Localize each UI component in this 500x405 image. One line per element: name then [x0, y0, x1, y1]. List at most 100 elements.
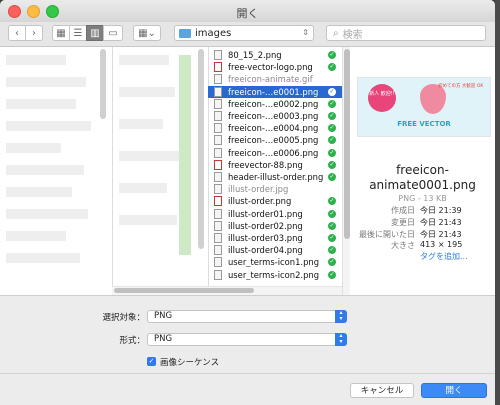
file-icon: [214, 135, 222, 146]
cancel-button[interactable]: キャンセル: [350, 383, 414, 398]
file-row[interactable]: user_terms-icon1.png ✓: [208, 256, 342, 268]
file-row[interactable]: illust-order03.png ✓: [208, 232, 342, 244]
file-row[interactable]: illust-order01.png ✓: [208, 208, 342, 220]
background-window-edge: [495, 0, 500, 405]
check-icon: ✓: [328, 270, 336, 279]
file-row[interactable]: freeicon-…e0001.png ✓: [208, 85, 342, 98]
check-icon: ✓: [328, 99, 336, 108]
button-bar: キャンセル 開く: [0, 373, 495, 405]
file-icon: [214, 184, 222, 195]
add-tag-link[interactable]: タグを追加...: [420, 251, 468, 262]
file-list: 80_15_2.png ✓ free-vector-logo.png ✓ freeico…: [208, 47, 342, 295]
meta-key: 最後に開いた日: [359, 230, 415, 239]
check-icon: ✓: [328, 234, 336, 243]
blurred-item: [6, 77, 86, 87]
options-panel: 選択対象： PNG ▴ ▾ 形式： PNG ▴ ▾ ✓ 画像シーケンス: [0, 295, 495, 374]
check-icon: ✓: [328, 112, 336, 121]
selected-folder-highlight: [179, 55, 191, 255]
blurred-item: [119, 151, 179, 161]
file-row[interactable]: header-illust-order.png ✓: [208, 171, 342, 183]
file-row[interactable]: freeicon-…e0004.png ✓: [208, 122, 342, 134]
blurred-item: [6, 231, 66, 241]
file-name: illust-order02.png: [228, 220, 303, 231]
selection-popup[interactable]: PNG ▴ ▾: [147, 310, 347, 323]
file-name: illust-order04.png: [228, 245, 303, 256]
list-view-button[interactable]: ☰: [69, 25, 87, 41]
column-view-button[interactable]: ▥: [86, 25, 104, 41]
grid-icon: ▦: [56, 27, 66, 39]
file-name: free-vector-logo.png: [228, 62, 313, 73]
horizontal-scrollbar[interactable]: [112, 286, 342, 295]
forward-button[interactable]: ›: [25, 25, 43, 41]
check-icon: ✓: [328, 221, 336, 230]
format-popup[interactable]: PNG ▴ ▾: [147, 333, 347, 346]
file-name: freeicon-…e0004.png: [228, 123, 319, 134]
preview-filename: freeicon-animate0001.png: [369, 163, 476, 192]
title-bar: 開く: [0, 0, 495, 23]
window-title: 開く: [236, 7, 259, 20]
file-name: illust-order.jpg: [228, 184, 289, 195]
meta-row: 大きさ 413 × 195: [350, 240, 495, 251]
file-row[interactable]: illust-order02.png ✓: [208, 220, 342, 232]
preview-thumbnail: 新人 歓迎!! 初めての方 大歓迎 OK FREE VECTOR: [357, 77, 491, 137]
file-name: freeicon-…e0001.png: [228, 86, 319, 97]
meta-value: 413 × 195: [420, 240, 463, 249]
blurred-item: [6, 209, 88, 219]
location-label: images: [195, 27, 232, 39]
file-row[interactable]: free-vector-logo.png ✓: [208, 61, 342, 73]
back-button[interactable]: ‹: [8, 25, 26, 41]
search-field[interactable]: ⌕ 検索: [326, 25, 486, 41]
file-name: user_terms-icon1.png: [228, 257, 320, 268]
file-row[interactable]: freeicon-…e0005.png ✓: [208, 134, 342, 146]
image-sequence-checkbox[interactable]: ✓: [147, 357, 156, 366]
check-icon: ✓: [328, 148, 336, 157]
check-icon: ✓: [328, 87, 336, 96]
file-icon: [214, 50, 222, 61]
file-icon: [214, 208, 222, 219]
file-row[interactable]: freeicon-…e0002.png ✓: [208, 98, 342, 110]
check-icon: ✓: [328, 136, 336, 145]
meta-value: 今日 21:39: [420, 206, 462, 215]
file-row[interactable]: illust-order.jpg: [208, 183, 342, 195]
folder-column[interactable]: [113, 47, 209, 295]
file-row[interactable]: freeicon-animate.gif: [208, 73, 342, 85]
blurred-item: [6, 55, 66, 65]
meta-key: 変更日: [391, 218, 415, 227]
blurred-item: [6, 99, 76, 109]
scroll-thumb[interactable]: [114, 288, 254, 293]
scrollbar[interactable]: [198, 49, 204, 249]
file-row[interactable]: freeicon-…e0006.png ✓: [208, 147, 342, 159]
icon-view-button[interactable]: ▦: [52, 25, 70, 41]
preview-badge: 新人 歓迎!!: [368, 84, 396, 112]
file-row[interactable]: freeicon-…e0003.png ✓: [208, 110, 342, 122]
location-popup[interactable]: images ⇕: [174, 25, 314, 41]
file-name: freeicon-…e0003.png: [228, 111, 319, 122]
file-row[interactable]: illust-order04.png ✓: [208, 244, 342, 256]
check-icon: ✓: [328, 124, 336, 133]
file-row[interactable]: user_terms-icon2.png ✓: [208, 269, 342, 281]
blurred-item: [6, 253, 80, 263]
blurred-item: [6, 143, 61, 153]
check-icon: ✓: [328, 209, 336, 218]
preview-pane: 新人 歓迎!! 初めての方 大歓迎 OK FREE VECTOR freeico…: [350, 47, 495, 295]
sidebar-column[interactable]: [0, 47, 113, 295]
file-icon: [214, 147, 222, 158]
file-icon: [214, 74, 222, 85]
preview-subtitle: PNG - 13 KB: [398, 194, 447, 203]
arrange-button[interactable]: ▦⌄: [133, 25, 161, 41]
scrollbar[interactable]: [100, 49, 106, 119]
cover-flow-button[interactable]: ▭: [103, 25, 123, 41]
columns-icon: ▥: [90, 27, 100, 39]
cover-flow-icon: ▭: [108, 27, 118, 39]
meta-row: 変更日 今日 21:43: [350, 217, 495, 228]
file-icon: [214, 159, 222, 170]
file-row[interactable]: freevector-88.png ✓: [208, 159, 342, 171]
file-name: illust-order01.png: [228, 208, 303, 219]
meta-row: 最後に開いた日 今日 21:43: [350, 229, 495, 240]
open-button[interactable]: 開く: [421, 383, 487, 398]
file-row[interactable]: 80_15_2.png ✓: [208, 49, 342, 61]
chevron-updown-icon: ▴ ▾: [335, 333, 347, 346]
meta-value: 今日 21:43: [420, 230, 462, 239]
file-icon: [214, 233, 222, 244]
file-row[interactable]: illust-order.png ✓: [208, 195, 342, 207]
